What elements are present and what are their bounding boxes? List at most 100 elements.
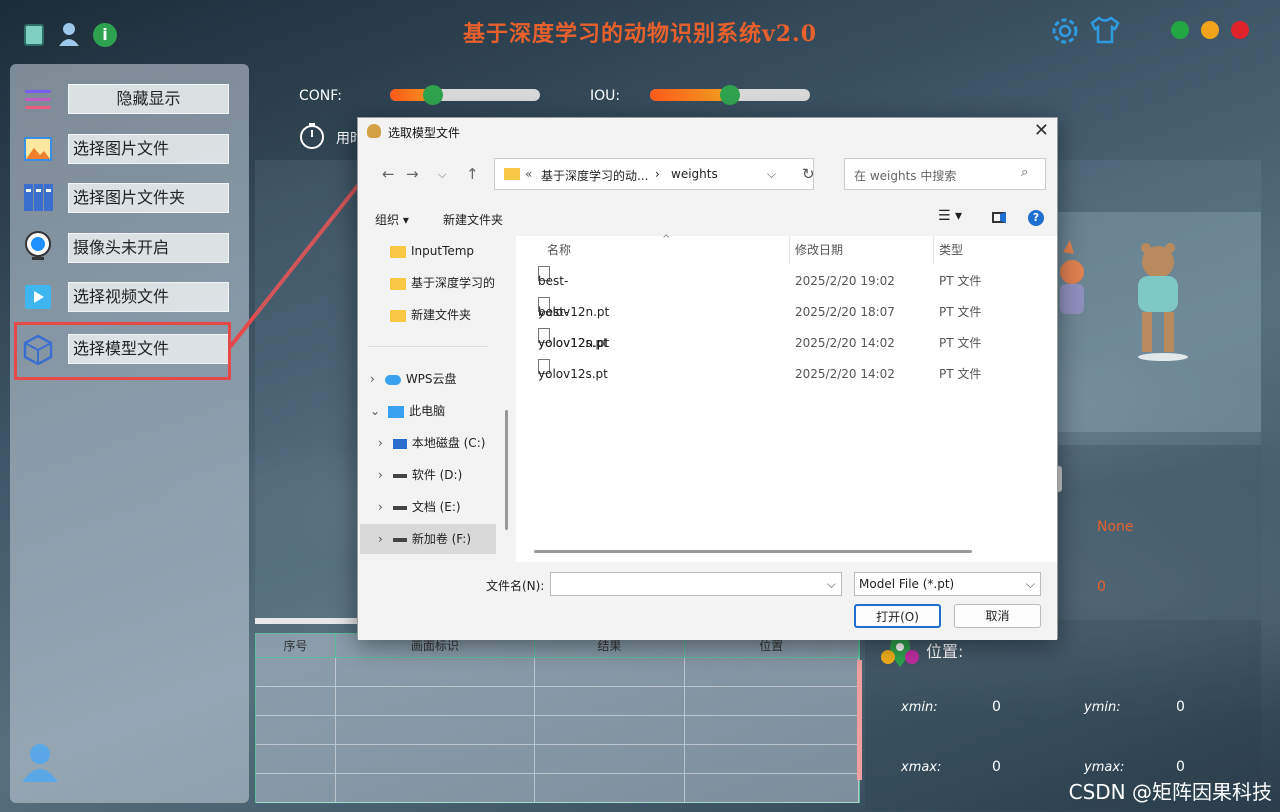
dialog-toolbar: 组织 ▾ 新建文件夹 ☰ ▾ ? xyxy=(358,204,1057,232)
image-folder-icon xyxy=(22,181,54,213)
camera-button[interactable]: 摄像头未开启 xyxy=(68,233,229,263)
select-image-button[interactable]: 选择图片文件 xyxy=(68,134,229,164)
iou-label: IOU: xyxy=(590,88,621,104)
image-icon xyxy=(22,133,54,165)
breadcrumb-sep: › xyxy=(655,167,660,181)
address-bar[interactable]: « 基于深度学习的动... › weights ⌵ ↻ xyxy=(494,158,815,190)
skin-shirt-icon[interactable] xyxy=(1090,16,1120,48)
maximize-button[interactable] xyxy=(1201,21,1219,39)
organize-button[interactable]: 组织 ▾ xyxy=(375,211,409,228)
nav-item-this-pc[interactable]: ⌄ 此电脑 xyxy=(370,396,510,426)
file-row[interactable]: yolov12s.pt 2025/2/20 14:02 PT 文件 xyxy=(516,359,1056,390)
file-row[interactable]: best-yolov12n.pt 2025/2/20 19:02 PT 文件 xyxy=(516,266,1056,319)
select-image-folder-button[interactable]: 选择图片文件夹 xyxy=(68,183,229,213)
table-row[interactable] xyxy=(256,687,859,716)
file-hscrollbar[interactable] xyxy=(534,550,972,553)
view-options-icon[interactable]: ☰ ▾ xyxy=(938,208,962,224)
col-header-name[interactable]: 名称 xyxy=(547,236,571,264)
file-row[interactable]: yolov12n.pt 2025/2/20 14:02 PT 文件 xyxy=(516,328,1056,359)
class-value: None xyxy=(1097,519,1134,535)
conf-label: CONF: xyxy=(299,88,342,104)
table-row[interactable] xyxy=(256,716,859,745)
menu-lines-icon xyxy=(22,84,54,116)
iou-slider-knob[interactable] xyxy=(720,85,740,105)
filter-dropdown-icon[interactable]: ⌵ xyxy=(1026,573,1035,595)
up-arrow-icon[interactable]: ↑ xyxy=(466,165,479,183)
drive-icon xyxy=(392,505,407,510)
drive-icon xyxy=(392,537,407,542)
result-image-panel xyxy=(1058,212,1261,432)
help-icon[interactable]: ? xyxy=(1028,210,1044,226)
forward-arrow-icon[interactable]: → xyxy=(406,165,419,183)
user-avatar-icon[interactable] xyxy=(20,742,60,786)
nav-scrollbar[interactable] xyxy=(505,410,508,530)
conf-slider-knob[interactable] xyxy=(423,85,443,105)
watermark: CSDN @矩阵因果科技 xyxy=(1068,780,1272,804)
filename-label: 文件名(N): xyxy=(486,579,545,593)
search-input[interactable]: 在 weights 中搜索 ⌕ xyxy=(844,158,1046,190)
drive-icon xyxy=(392,473,407,478)
app-title: 基于深度学习的动物识别系统v2.0 xyxy=(462,21,818,47)
nav-item-drive-e[interactable]: › 文档 (E:) xyxy=(378,492,518,522)
refresh-icon[interactable]: ↻ xyxy=(802,165,815,183)
breadcrumb-current[interactable]: weights xyxy=(671,167,718,181)
xmin-value: 0 xyxy=(992,699,1001,715)
cancel-button[interactable]: 取消 xyxy=(954,604,1041,628)
sidebar: 隐藏显示 选择图片文件 选择图片文件夹 摄像头未开启 选择视频文件 选择模型文件 xyxy=(10,64,249,803)
col-header-modified[interactable]: 修改日期 xyxy=(795,236,843,264)
location-pin-icon xyxy=(880,635,920,673)
dialog-title: 选取模型文件 xyxy=(388,126,461,140)
nav-divider xyxy=(368,346,488,347)
table-scrollbar[interactable] xyxy=(857,660,862,780)
table-row[interactable] xyxy=(256,774,859,803)
nav-item-inputtemp[interactable]: InputTemp xyxy=(390,236,530,266)
position-label: 位置: xyxy=(926,642,964,661)
pc-icon xyxy=(388,405,405,418)
file-dialog: 选取模型文件 ✕ ← → ⌵ ↑ « 基于深度学习的动... › weights… xyxy=(357,117,1058,640)
col-header-type[interactable]: 类型 xyxy=(939,236,963,264)
back-arrow-icon[interactable]: ← xyxy=(382,165,395,183)
results-table[interactable]: 序号 画面标识 结果 位置 xyxy=(255,633,860,803)
windows-drive-icon xyxy=(392,438,407,449)
search-placeholder: 在 weights 中搜索 xyxy=(854,169,957,183)
nav-item-new-folder[interactable]: 新建文件夹 xyxy=(390,300,530,330)
nav-item-drive-c[interactable]: › 本地磁盘 (C:) xyxy=(378,428,518,458)
close-button[interactable] xyxy=(1231,21,1249,39)
file-row[interactable]: best-yolov12s.pt 2025/2/20 18:07 PT 文件 xyxy=(516,297,1056,350)
organize-label: 组织 xyxy=(375,213,400,227)
dialog-app-icon xyxy=(367,124,381,138)
breadcrumb-prefix: « xyxy=(525,167,533,181)
table-row[interactable] xyxy=(256,658,859,687)
ymin-value: 0 xyxy=(1176,699,1185,715)
address-dropdown-icon[interactable]: ⌵ xyxy=(767,167,776,182)
preview-pane-icon[interactable] xyxy=(992,212,1006,223)
nav-item-wps-cloud[interactable]: › WPS云盘 xyxy=(370,364,510,394)
conf-slider[interactable] xyxy=(390,89,540,101)
filename-dropdown-icon[interactable]: ⌵ xyxy=(827,573,836,595)
col-index[interactable]: 序号 xyxy=(256,634,336,657)
select-video-button[interactable]: 选择视频文件 xyxy=(68,282,229,312)
video-icon xyxy=(22,281,54,313)
xmax-value: 0 xyxy=(992,759,1001,775)
folder-icon xyxy=(504,168,520,180)
breadcrumb-parent[interactable]: 基于深度学习的动... xyxy=(541,167,648,184)
search-icon: ⌕ xyxy=(1021,165,1029,180)
open-button[interactable]: 打开(O) xyxy=(854,604,941,628)
count-value: 0 xyxy=(1097,579,1106,595)
recent-chevron-icon[interactable]: ⌵ xyxy=(438,168,446,182)
hide-show-button[interactable]: 隐藏显示 xyxy=(68,84,229,114)
filename-input[interactable]: ⌵ xyxy=(550,572,842,596)
nav-item-project-folder[interactable]: 基于深度学习的 xyxy=(390,268,502,298)
dialog-footer: 文件名(N): ⌵ Model File (*.pt) ⌵ 打开(O) 取消 xyxy=(358,562,1057,640)
camera-icon xyxy=(22,230,54,262)
settings-gear-icon[interactable] xyxy=(1049,15,1081,51)
nav-item-drive-f[interactable]: › 新加卷 (F:) xyxy=(360,524,496,554)
new-folder-button[interactable]: 新建文件夹 xyxy=(443,211,503,228)
minimize-button[interactable] xyxy=(1171,21,1189,39)
cloud-icon xyxy=(384,374,401,385)
dialog-close-icon[interactable]: ✕ xyxy=(1034,120,1049,141)
file-type-select[interactable]: Model File (*.pt) ⌵ xyxy=(854,572,1041,596)
table-row[interactable] xyxy=(256,745,859,774)
nav-item-drive-d[interactable]: › 软件 (D:) xyxy=(378,460,518,490)
ymax-label: ymax: xyxy=(1084,760,1125,775)
